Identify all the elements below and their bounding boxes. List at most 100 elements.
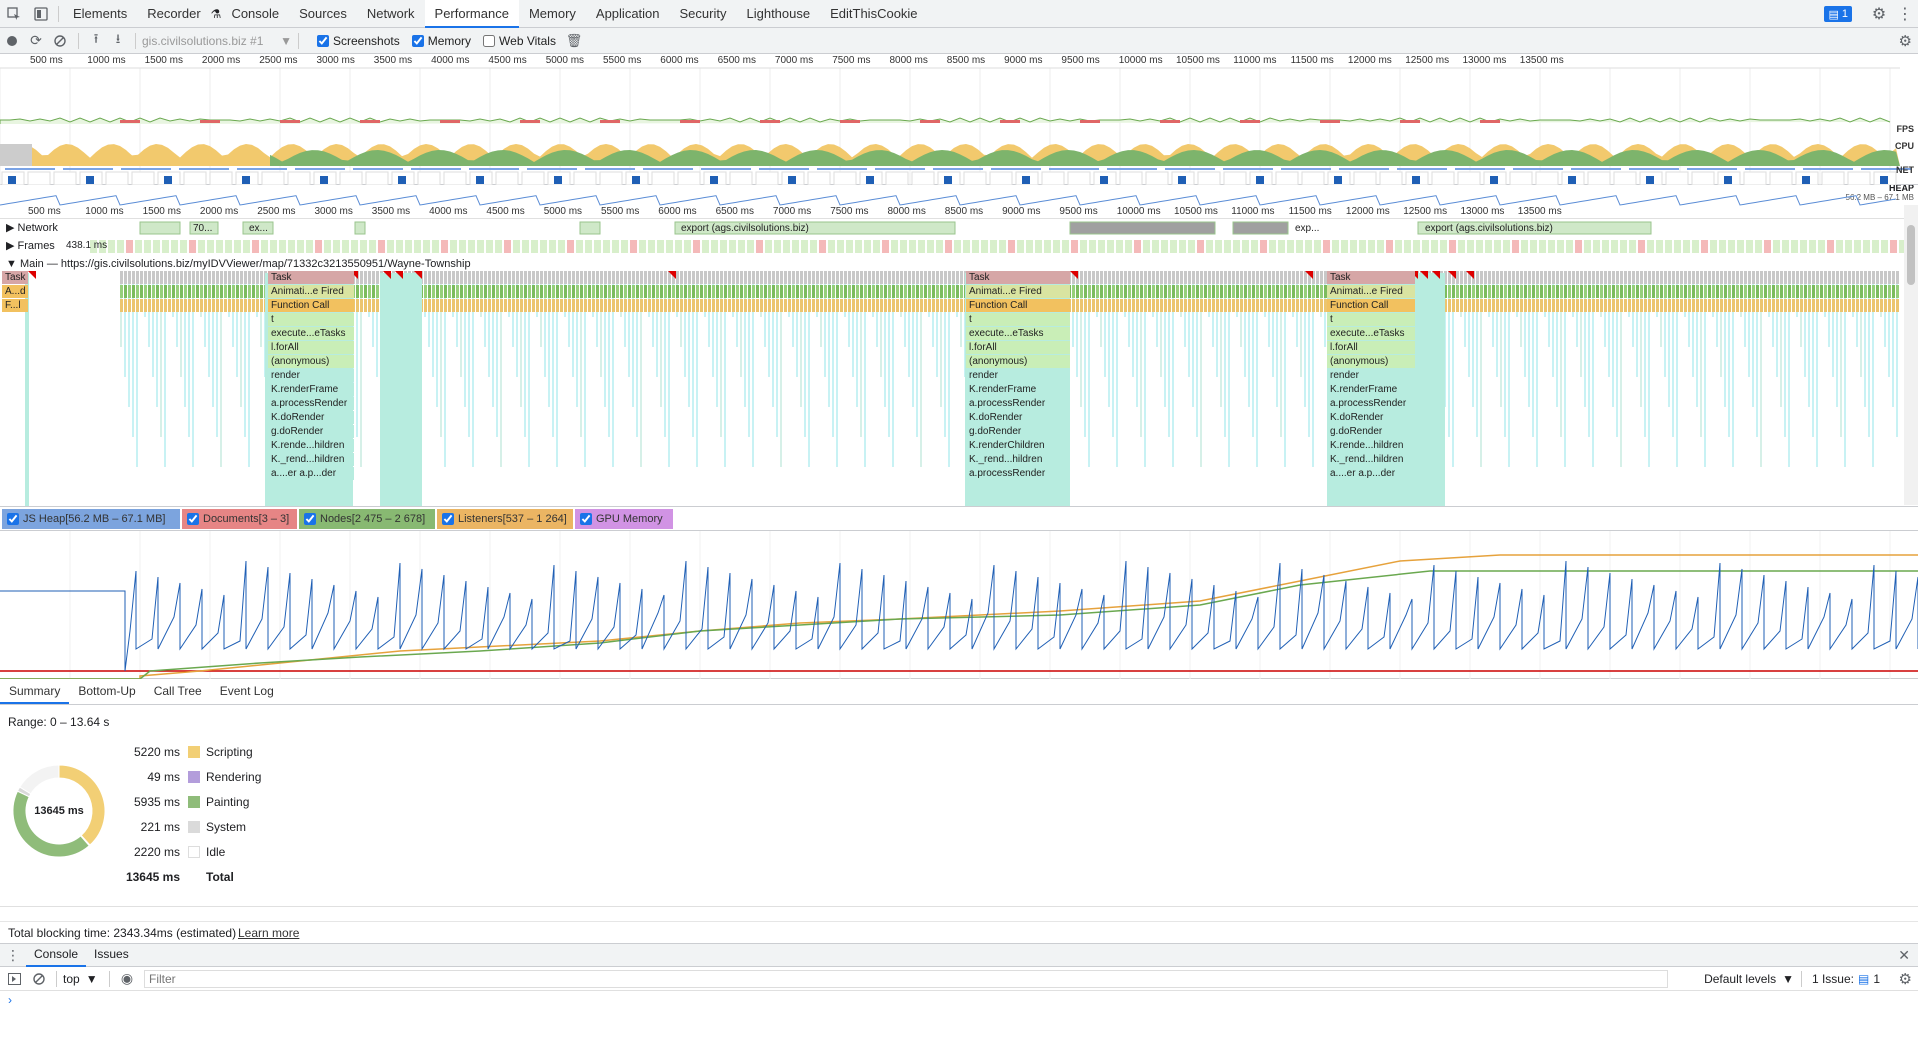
sidebar-toggle-icon[interactable]	[0, 972, 28, 985]
network-request[interactable]: export (ags.civilsolutions.biz)	[1422, 222, 1553, 235]
screenshots-check[interactable]	[317, 34, 329, 47]
tab-console[interactable]: Console	[221, 0, 289, 28]
flame-block[interactable]: (anonymous)	[268, 355, 354, 368]
counter-checkbox[interactable]	[187, 513, 199, 525]
details-tab-summary[interactable]: Summary	[0, 680, 70, 704]
tab-security[interactable]: Security	[670, 0, 737, 28]
flame-block[interactable]: render	[966, 369, 1070, 382]
flame-block[interactable]: K.rende...hildren	[1327, 439, 1415, 452]
network-request[interactable]: export (ags.civilsolutions.biz)	[678, 222, 809, 235]
drawer-tab-console[interactable]: Console	[26, 943, 87, 967]
timeline-overview[interactable]: 500 ms 1000 ms 1500 ms 2000 ms 2500 ms 3000 m…	[0, 54, 1918, 185]
flame-block[interactable]: K._rend...hildren	[1327, 453, 1415, 466]
flame-block[interactable]: Animati...e Fired	[1327, 285, 1415, 298]
flame-block[interactable]: t	[966, 313, 1070, 326]
tab-sources[interactable]: Sources	[289, 0, 357, 28]
flame-block[interactable]: K.renderFrame	[966, 383, 1070, 396]
profile-select[interactable]: gis.civilsolutions.biz #1 ▼	[142, 34, 292, 48]
load-profile-icon[interactable]: ⭱	[85, 30, 107, 52]
flame-block[interactable]: g.doRender	[268, 425, 354, 438]
inspect-element-icon[interactable]	[0, 0, 28, 28]
screenshots-checkbox[interactable]: Screenshots	[317, 34, 400, 48]
record-icon[interactable]	[0, 35, 24, 47]
main-thread-label[interactable]: ▼ Main — https://gis.civilsolutions.biz/…	[6, 257, 471, 271]
flame-block[interactable]: g.doRender	[1327, 425, 1415, 438]
flame-block[interactable]: Animati...e Fired	[966, 285, 1070, 298]
trash-icon[interactable]: 🗑	[562, 33, 586, 49]
tab-recorder[interactable]: Recorder	[137, 0, 210, 28]
console-filter-input[interactable]	[144, 969, 1668, 988]
flame-block[interactable]: K.renderFrame	[1327, 383, 1415, 396]
web-vitals-check[interactable]	[483, 34, 496, 47]
memory-counter-0[interactable]: JS Heap[56.2 MB – 67.1 MB]	[2, 509, 180, 529]
flame-block[interactable]: K.renderFrame	[268, 383, 354, 396]
counter-checkbox[interactable]	[442, 513, 454, 525]
drawer-menu-icon[interactable]: ⋮	[0, 947, 26, 964]
memory-counter-1[interactable]: Documents[3 – 3]	[182, 509, 297, 529]
tab-elements[interactable]: Elements	[63, 0, 137, 28]
details-tab-event-log[interactable]: Event Log	[211, 680, 283, 704]
issues-badge[interactable]: ▤ 1	[1824, 6, 1852, 22]
flame-block[interactable]: Animati...e Fired	[268, 285, 354, 298]
drawer-tab-issues[interactable]: Issues	[86, 943, 137, 967]
console-prompt[interactable]: ›	[0, 991, 1918, 1011]
flame-block[interactable]: K.doRender	[268, 411, 354, 424]
flame-block[interactable]: execute...eTasks	[966, 327, 1070, 340]
context-select[interactable]: top ▼	[63, 972, 103, 986]
memory-counter-2[interactable]: Nodes[2 475 – 2 678]	[299, 509, 435, 529]
flame-block[interactable]: a.processRender	[966, 397, 1070, 410]
tab-performance[interactable]: Performance	[424, 0, 519, 28]
details-tab-bottom-up[interactable]: Bottom-Up	[69, 680, 144, 704]
flame-block[interactable]: (anonymous)	[1327, 355, 1415, 368]
capture-settings-gear-icon[interactable]: ⚙	[1899, 32, 1912, 50]
flame-block[interactable]: l.forAll	[268, 341, 354, 354]
tab-memory[interactable]: Memory	[519, 0, 586, 28]
flame-block[interactable]: a.processRender	[1327, 397, 1415, 410]
flame-block[interactable]: l.forAll	[966, 341, 1070, 354]
save-profile-icon[interactable]: ⭳	[107, 30, 129, 52]
flame-block[interactable]: a.processRender	[268, 397, 354, 410]
frames-track-label[interactable]: ▶ Frames	[6, 239, 55, 253]
flame-chart[interactable]: HEAP 56.2 MB – 67.1 MB 500 ms 1000 ms 1500…	[0, 185, 1918, 507]
flame-block[interactable]: render	[268, 369, 354, 382]
flame-block[interactable]: l.forAll	[1327, 341, 1415, 354]
flame-block[interactable]: K._rend...hildren	[966, 453, 1070, 466]
network-track-label[interactable]: ▶ Network	[6, 221, 58, 235]
flame-block[interactable]: Task	[2, 271, 28, 284]
flame-block[interactable]: a....er a.p...der	[268, 467, 354, 480]
clear-icon[interactable]	[48, 34, 72, 47]
memory-check[interactable]	[411, 34, 424, 47]
details-tab-call-tree[interactable]: Call Tree	[145, 680, 211, 704]
settings-gear-icon[interactable]: ⚙	[1866, 4, 1892, 24]
flame-block[interactable]: K.doRender	[1327, 411, 1415, 424]
flame-block[interactable]: a.processRender	[966, 467, 1070, 480]
console-settings-gear-icon[interactable]: ⚙	[1899, 970, 1912, 988]
device-toolbar-icon[interactable]	[28, 0, 54, 28]
flame-block[interactable]: K.rende...hildren	[268, 439, 354, 452]
memory-counter-3[interactable]: Listeners[537 – 1 264]	[437, 509, 573, 529]
tab-application[interactable]: Application	[586, 0, 670, 28]
flame-block[interactable]: F...l	[2, 299, 28, 312]
flame-block[interactable]: Function Call	[966, 299, 1070, 312]
flame-block[interactable]: execute...eTasks	[1327, 327, 1415, 340]
flame-block[interactable]: Function Call	[1327, 299, 1415, 312]
reload-record-icon[interactable]: ⟳	[24, 32, 48, 49]
learn-more-link[interactable]: Learn more	[238, 926, 299, 940]
tab-editthiscookie[interactable]: EditThisCookie	[820, 0, 927, 28]
flame-block[interactable]: t	[1327, 313, 1415, 326]
flame-block[interactable]: K.renderChildren	[966, 439, 1070, 452]
network-request[interactable]: 70...	[190, 222, 212, 235]
flame-block[interactable]: execute...eTasks	[268, 327, 354, 340]
network-request[interactable]: exp...	[1292, 222, 1319, 235]
more-vertical-icon[interactable]: ⋮	[1892, 4, 1918, 24]
tab-lighthouse[interactable]: Lighthouse	[736, 0, 820, 28]
flame-block[interactable]: Function Call	[268, 299, 354, 312]
flame-block[interactable]: t	[268, 313, 354, 326]
flame-block[interactable]: a....er a.p...der	[1327, 467, 1415, 480]
memory-counter-4[interactable]: GPU Memory	[575, 509, 673, 529]
counter-checkbox[interactable]	[7, 513, 19, 525]
close-drawer-icon[interactable]: ✕	[1898, 947, 1910, 964]
tab-network[interactable]: Network	[357, 0, 425, 28]
flame-block[interactable]: Task	[268, 271, 354, 284]
flame-block[interactable]: Task	[1327, 271, 1415, 284]
